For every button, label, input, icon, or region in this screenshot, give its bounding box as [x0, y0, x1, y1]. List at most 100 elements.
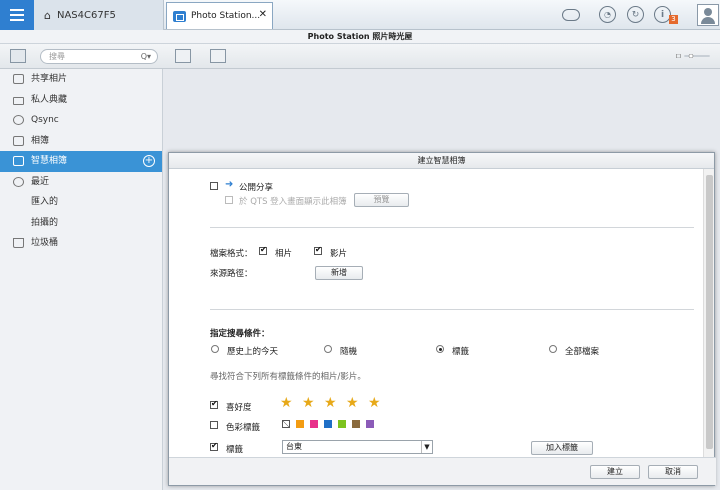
public-share-checkbox[interactable]: [210, 182, 218, 190]
tag-checkbox[interactable]: [210, 441, 218, 451]
color-swatch-none[interactable]: [282, 420, 290, 428]
file-format-label: 檔案格式：: [210, 249, 253, 259]
tag-value: 台東: [286, 442, 302, 451]
sidebar-item-label: 垃圾桶: [31, 238, 59, 248]
color-swatch-pink[interactable]: [310, 420, 318, 428]
option-label: 全部檔案: [565, 347, 600, 357]
sidebar-item-label: 私人典藏: [31, 94, 68, 105]
rating-star[interactable]: ★: [280, 396, 293, 410]
color-tag-checkbox[interactable]: [210, 421, 218, 429]
public-share-label: 公開分享: [239, 183, 274, 193]
rating-star[interactable]: ★: [368, 396, 381, 410]
qsync-icon: [13, 115, 24, 125]
user-avatar[interactable]: [697, 4, 719, 26]
sidebar: 共享相片 私人典藏 Qsync 相簿 智慧相簿 + 最近 匯入的 拍攝的 垃圾桶: [0, 69, 163, 490]
add-smart-album-icon[interactable]: +: [143, 155, 155, 167]
color-swatch-purple[interactable]: [366, 420, 374, 428]
color-swatch-orange[interactable]: [296, 420, 304, 428]
zoom-slider[interactable]: [668, 54, 718, 58]
sidebar-item-qsync[interactable]: Qsync: [0, 110, 162, 131]
photo-station-tab[interactable]: Photo Station... ✕: [166, 2, 273, 29]
color-swatch-brown[interactable]: [352, 420, 360, 428]
toolbar: 搜尋 Q▾: [0, 44, 720, 69]
nas-name: NAS4C67F5: [56, 9, 116, 21]
sidebar-item-label: 拍攝的: [31, 217, 59, 228]
scrollbar-thumb[interactable]: [706, 175, 713, 449]
chevron-down-icon: ▼: [421, 441, 432, 453]
sidebar-item-shared-photos[interactable]: 共享相片: [0, 69, 162, 90]
notification-badge: 3: [669, 15, 678, 24]
main-menu-button[interactable]: [0, 0, 34, 30]
option-radio-tag[interactable]: [436, 345, 444, 353]
search-criteria-label: 指定搜尋條件：: [210, 329, 270, 339]
sync-icon[interactable]: ↻: [627, 6, 644, 23]
qts-login-checkbox: [225, 196, 233, 204]
shared-photos-icon: [13, 74, 24, 84]
sidebar-item-label: 最近: [31, 176, 50, 187]
top-bar: ⌂ NAS4C67F5 Photo Station... ✕ ◔ ↻ i 3: [0, 0, 720, 30]
criteria-hint: 尋找符合下列所有標籤條件的相片/影片。: [210, 372, 366, 382]
video-checkbox[interactable]: [314, 245, 322, 255]
option-radio-random[interactable]: [324, 345, 332, 353]
photo-label: 相片: [275, 249, 293, 259]
app-tab-label: Photo Station...: [191, 11, 261, 21]
dialog-body: ➜ 公開分享 於 QTS 登入畫面顯示此相簿 預覽 檔案格式： 相片 影片 來源…: [169, 169, 704, 459]
toggle-sidebar-button[interactable]: [10, 49, 26, 63]
tag-select[interactable]: 台東 ▼: [282, 440, 433, 454]
album-icon: [13, 135, 24, 146]
option-radio-all-files[interactable]: [549, 345, 557, 353]
hamburger-icon: [10, 14, 24, 16]
sidebar-item-smart-album[interactable]: 智慧相簿 +: [0, 151, 162, 172]
option-label: 歷史上的今天: [227, 347, 279, 357]
dialog-title: 建立智慧相簿: [169, 153, 714, 169]
sidebar-item-trash[interactable]: 垃圾桶: [0, 233, 162, 254]
sidebar-item-album[interactable]: 相簿: [0, 131, 162, 152]
search-icon[interactable]: Q▾: [141, 50, 151, 63]
sidebar-item-imported[interactable]: 匯入的: [0, 192, 162, 213]
home-tab[interactable]: ⌂ NAS4C67F5: [34, 0, 164, 30]
sidebar-item-label: 相簿: [31, 135, 50, 146]
rating-star[interactable]: ★: [324, 396, 337, 410]
color-swatch-green[interactable]: [338, 420, 346, 428]
trash-icon: [13, 238, 24, 248]
clock-icon[interactable]: ◔: [599, 6, 616, 23]
smart-album-icon: [13, 156, 24, 166]
sidebar-item-recent[interactable]: 最近: [0, 172, 162, 193]
rating-label: 喜好度: [226, 403, 252, 413]
rating-star[interactable]: ★: [302, 396, 315, 410]
divider: [210, 227, 694, 228]
sidebar-item-label: Qsync: [31, 115, 59, 125]
sidebar-item-label: 共享相片: [31, 74, 68, 84]
rating-checkbox[interactable]: [210, 399, 218, 409]
divider: [210, 309, 694, 310]
search-placeholder: 搜尋: [49, 52, 65, 61]
create-button[interactable]: 建立: [590, 465, 640, 479]
add-tag-button[interactable]: 加入標籤: [531, 441, 593, 455]
home-icon: ⌂: [44, 8, 51, 22]
cloud-icon[interactable]: [562, 9, 580, 21]
grid-view-button[interactable]: [210, 49, 226, 63]
window-title: Photo Station 照片時光屋: [0, 30, 720, 44]
list-view-button[interactable]: [175, 49, 191, 63]
cancel-button[interactable]: 取消: [648, 465, 698, 479]
clock-icon: [13, 176, 24, 187]
option-label: 隨機: [340, 347, 358, 357]
rating-star[interactable]: ★: [346, 396, 359, 410]
photo-checkbox[interactable]: [259, 245, 267, 255]
sidebar-item-private-collection[interactable]: 私人典藏: [0, 90, 162, 111]
color-swatch-blue[interactable]: [324, 420, 332, 428]
search-input[interactable]: 搜尋 Q▾: [40, 49, 158, 64]
dialog-scrollbar[interactable]: [703, 169, 714, 459]
tag-label: 標籤: [226, 445, 244, 455]
video-label: 影片: [330, 249, 348, 259]
add-source-button[interactable]: 新增: [315, 266, 363, 280]
photo-station-icon: [173, 10, 186, 22]
option-radio-history[interactable]: [211, 345, 219, 353]
share-arrow-icon: ➜: [225, 179, 234, 190]
sidebar-item-label: 匯入的: [31, 197, 59, 207]
color-tag-label: 色彩標籤: [226, 423, 261, 433]
close-tab-icon[interactable]: ✕: [259, 9, 267, 20]
preview-button[interactable]: 預覽: [354, 193, 409, 207]
sidebar-item-taken[interactable]: 拍攝的: [0, 213, 162, 234]
dialog-footer: 建立 取消: [169, 457, 716, 485]
